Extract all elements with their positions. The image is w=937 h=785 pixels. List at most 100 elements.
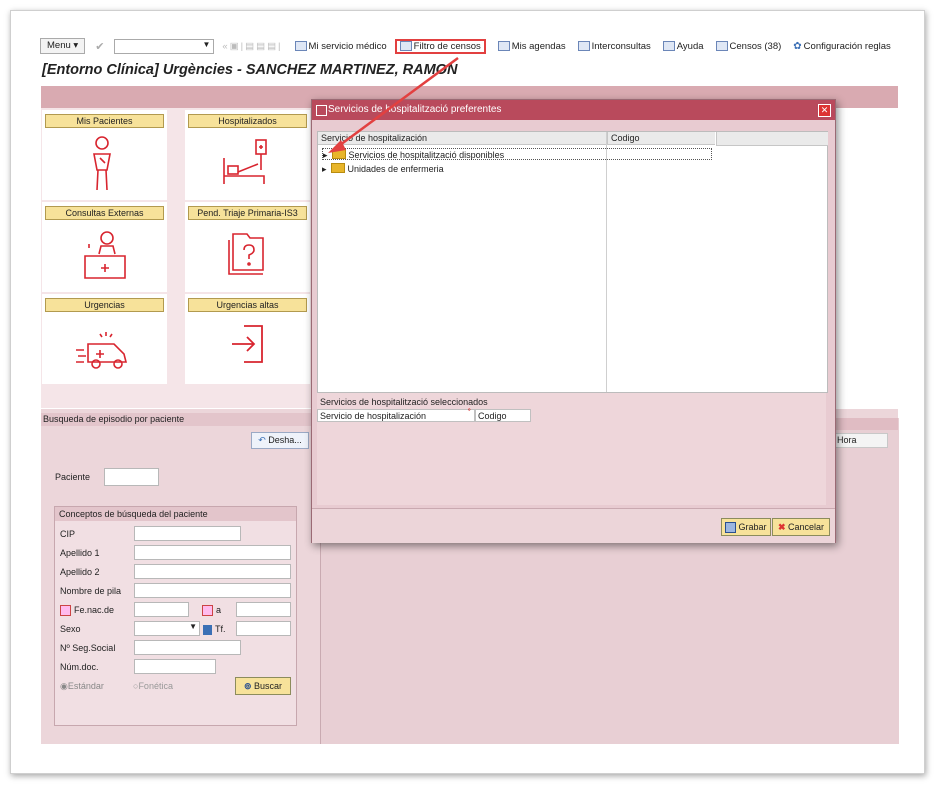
radio-fonetica[interactable]: ○Fonética <box>133 681 173 691</box>
fenac-to-field[interactable] <box>236 602 291 617</box>
toolbar-item-censos[interactable]: Censos (38) <box>715 40 782 52</box>
toolbar-item-filtro-censos[interactable]: Filtro de censos <box>394 38 486 54</box>
selected-header: Servicios de hospitalització seleccionad… <box>320 397 488 407</box>
cancel-icon: ✖ <box>777 522 786 532</box>
cancel-label: Cancelar <box>788 522 825 532</box>
a-text: a <box>216 605 222 615</box>
nss-field[interactable] <box>134 640 241 655</box>
apellido2-field[interactable] <box>134 564 291 579</box>
cip-label: CIP <box>60 529 76 539</box>
apellido1-field[interactable] <box>134 545 291 560</box>
toolbar-item-configuracion[interactable]: ✿ Configuración reglas <box>793 41 891 52</box>
save-label: Grabar <box>738 522 767 532</box>
paciente-label: Paciente <box>55 472 91 482</box>
tile-label: Urgencias altas <box>188 298 307 312</box>
fenac-from-field[interactable] <box>134 602 189 617</box>
tf-text: Tf. <box>215 624 226 634</box>
column-code[interactable]: Codigo <box>607 132 715 145</box>
census-icon <box>399 41 412 51</box>
radio-estandar[interactable]: ◉Estándar <box>60 681 104 692</box>
tile-label: Pend. Triaje Primaria-IS3 <box>188 206 307 220</box>
node-label: Servicios de hospitalització disponibles <box>348 150 505 160</box>
phone-book-icon <box>203 624 212 635</box>
agenda-icon <box>497 41 510 51</box>
close-icon[interactable]: ✕ <box>818 104 831 117</box>
group-title: Conceptos de búsqueda del paciente <box>55 507 296 521</box>
save-icon <box>725 522 737 534</box>
sexo-select[interactable]: ▼ <box>134 621 200 636</box>
binoculars-icon: ⊚ <box>243 681 252 691</box>
paciente-field[interactable] <box>104 468 159 486</box>
cancel-button[interactable]: ✖ Cancelar <box>772 518 830 536</box>
tf-label: Tf. <box>203 624 226 635</box>
numdoc-field[interactable] <box>134 659 216 674</box>
node-label: Unidades de enfermeria <box>347 164 444 174</box>
tile-pend-triaje[interactable]: Pend. Triaje Primaria-IS3 <box>185 202 310 292</box>
doctor-icon <box>294 41 307 51</box>
expand-arrow-icon: ▸ <box>322 164 327 174</box>
question-folder-icon <box>228 233 264 275</box>
search-button[interactable]: ⊚ Buscar <box>235 677 291 695</box>
command-field[interactable]: ▼ <box>114 38 215 54</box>
cip-field[interactable] <box>134 526 241 541</box>
search-button-label: Buscar <box>254 681 283 691</box>
menu-button[interactable]: Menu ▾ <box>40 38 86 54</box>
chevron-down-icon: ▼ <box>202 39 211 49</box>
toolbar-item-ayuda[interactable]: Ayuda <box>662 40 704 52</box>
tile-label: Hospitalizados <box>188 114 307 128</box>
tile-urgencias-altas[interactable]: Urgencias altas <box>185 294 310 384</box>
dialog-footer: Grabar ✖ Cancelar <box>312 508 835 543</box>
toolbar-label: Configuración reglas <box>803 40 891 52</box>
numdoc-label: Núm.doc. <box>60 662 99 672</box>
undo-icon: ↶ <box>258 435 266 445</box>
sel-column-code[interactable]: Codigo <box>475 409 531 422</box>
toolbar-label: Ayuda <box>676 40 704 52</box>
folder-icon <box>331 149 346 159</box>
save-button[interactable]: Grabar <box>721 518 771 536</box>
preferences-dialog: Servicios de hospitalització preferentes… <box>311 99 836 543</box>
fenac-to-label: a <box>202 605 222 617</box>
window-icon <box>316 105 327 116</box>
apellido1-label: Apellido 1 <box>60 548 100 558</box>
exit-arrow-icon <box>232 325 263 363</box>
tile-mis-pacientes[interactable]: Mis Pacientes <box>42 110 167 200</box>
toolbar: Menu ▾ ✔ ▼ «▣|▤▤▤| Mi servicio médico Fi… <box>40 36 898 56</box>
menu-label: Menu <box>47 40 71 51</box>
undo-button[interactable]: ↶ Desha... <box>251 432 309 449</box>
tile-urgencias[interactable]: Urgencias <box>42 294 167 384</box>
column-empty <box>716 132 828 146</box>
tile-label: Urgencias <box>45 298 164 312</box>
tile-hospitalizados[interactable]: Hospitalizados <box>185 110 310 200</box>
toolbar-label: Mi servicio médico <box>308 40 387 52</box>
column-separator <box>606 132 607 392</box>
census-list-icon <box>715 41 728 51</box>
fonetica-label: Fonética <box>138 681 173 691</box>
sexo-label: Sexo <box>60 624 81 634</box>
column-hora[interactable]: Hora <box>833 433 888 448</box>
nav-icons: «▣|▤▤▤| <box>222 40 283 52</box>
calendar-icon <box>60 605 71 617</box>
toolbar-item-mis-agendas[interactable]: Mis agendas <box>497 40 566 52</box>
services-tree: Servicio de hospitalización Codigo ▸ Serv… <box>317 131 828 393</box>
tile-consultas-externas[interactable]: Consultas Externas <box>42 202 167 292</box>
fenac-text: Fe.nac.de <box>74 605 115 615</box>
tile-label: Consultas Externas <box>45 206 164 220</box>
nombre-field[interactable] <box>134 583 291 598</box>
toolbar-item-interconsultas[interactable]: Interconsultas <box>577 41 651 52</box>
toolbar-item-mi-servicio[interactable]: Mi servicio médico <box>294 40 387 52</box>
column-service[interactable]: Servicio de hospitalización <box>318 132 606 145</box>
toolbar-label: Censos (38) <box>729 40 782 52</box>
toolbar-label: Mis agendas <box>511 40 566 52</box>
tf-field[interactable] <box>236 621 291 636</box>
chevron-down-icon: ▼ <box>189 622 197 631</box>
patient-icon <box>93 136 111 191</box>
sel-column-service[interactable]: Servicio de hospitalización ˚ <box>317 408 475 422</box>
sort-marker-icon: ˚ <box>468 408 471 418</box>
page-title: [Entorno Clínica] Urgències - SANCHEZ MA… <box>42 62 458 78</box>
help-book-icon <box>662 41 675 51</box>
tree-node-unidades[interactable]: ▸ Unidades de enfermeria <box>322 163 444 175</box>
dialog-title: Servicios de hospitalització preferentes <box>328 104 502 115</box>
check-icon[interactable]: ✔ <box>95 40 104 53</box>
doctor-desk-icon <box>84 231 126 279</box>
tree-node-disponibles[interactable]: ▸ Servicios de hospitalització disponible… <box>322 148 712 160</box>
